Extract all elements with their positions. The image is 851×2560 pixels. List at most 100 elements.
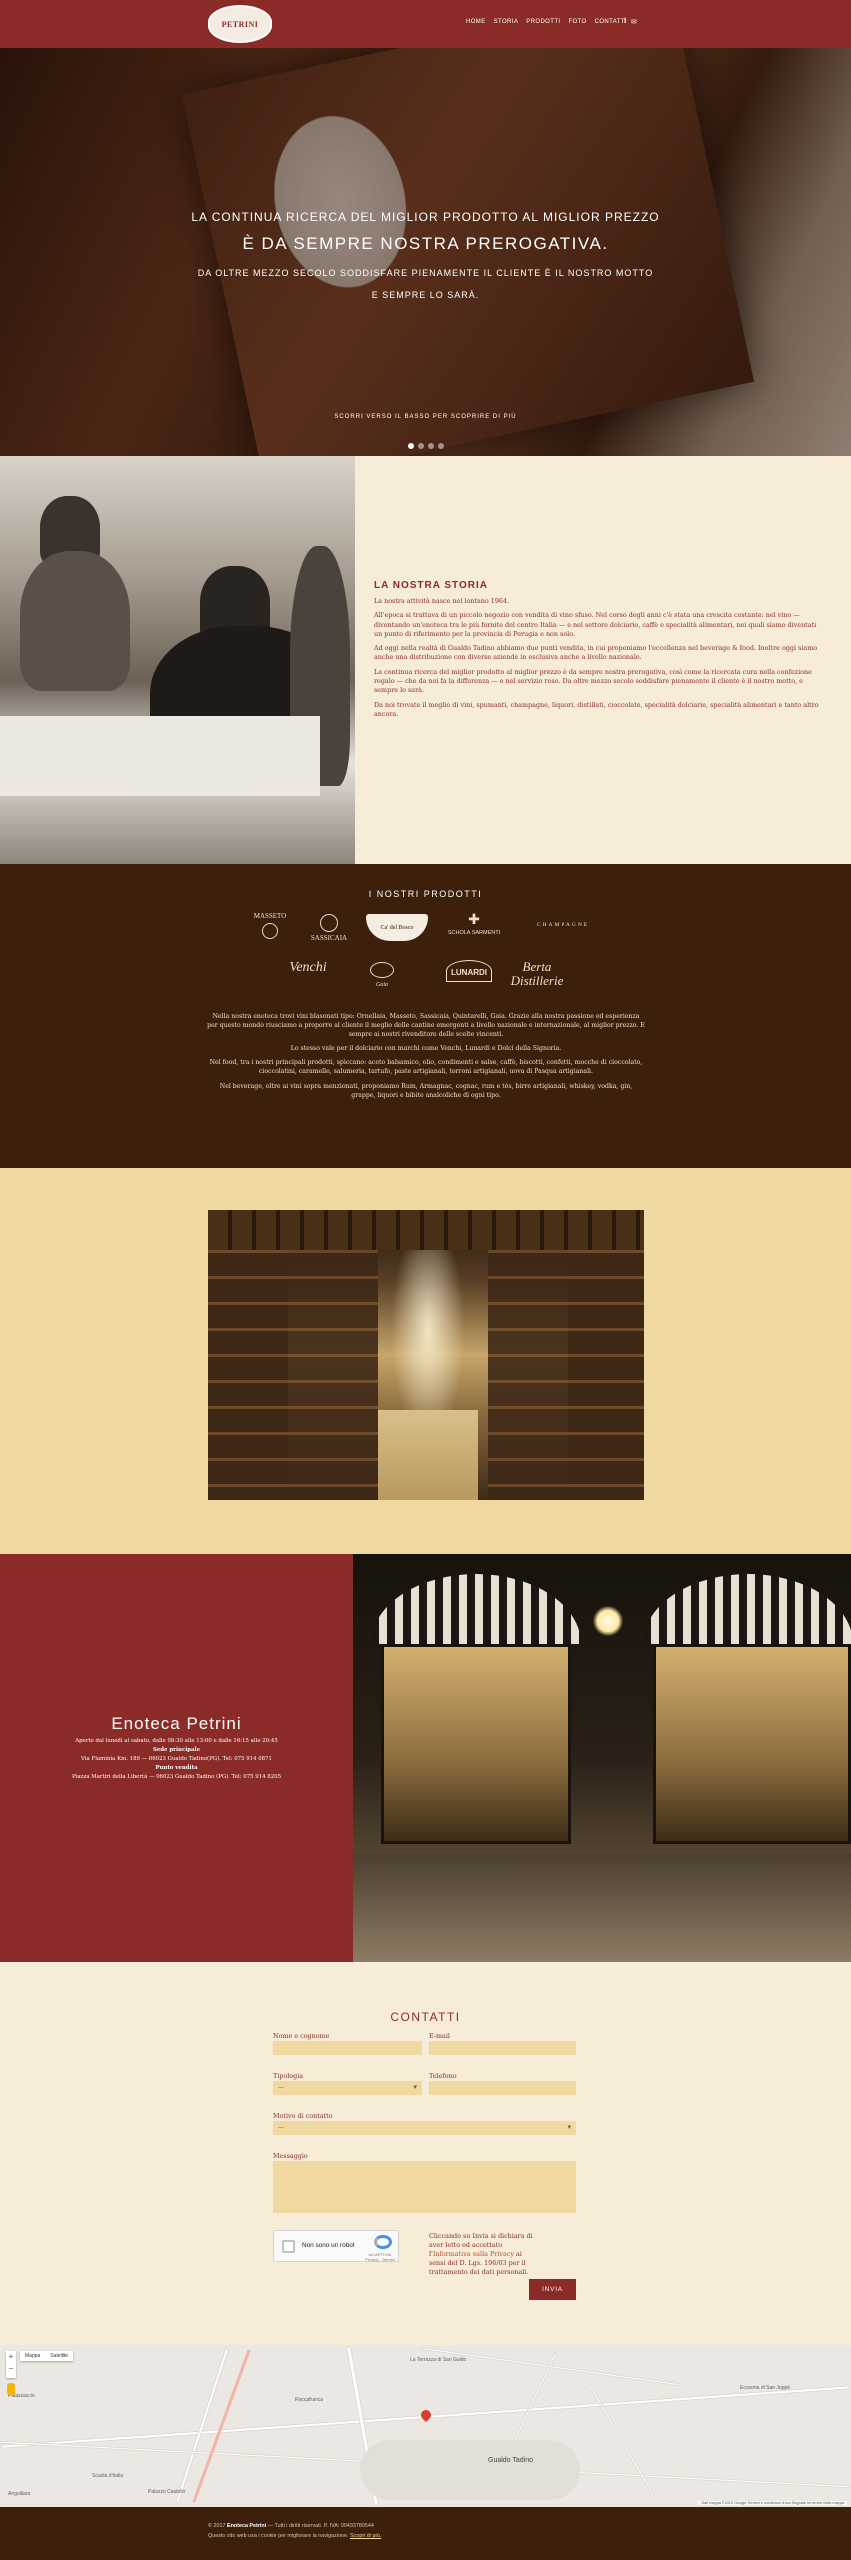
storefront-photo [353,1554,851,1962]
zoom-out-button[interactable]: − [6,2363,16,2375]
message-field[interactable] [273,2161,576,2213]
slider-dot[interactable] [418,443,424,449]
shop-info-panel: Enoteca Petrini Aperto dal lunedì al sab… [0,1554,353,1962]
slider-dot[interactable] [438,443,444,449]
main-location-label: Sede principale [152,1747,201,1753]
zoom-in-button[interactable]: + [6,2351,16,2363]
story-paragraph: La continua ricerca del miglior prodotto… [374,667,812,695]
message-label: Messaggio [273,2152,308,2160]
main-location-address: Via Flaminia Km. 189 — 06023 Gualdo Tadi… [81,1756,272,1762]
brand-logo-venchi: Venchi [289,960,327,975]
site-footer: © 2017 Enoteca Petrini — Tutti i diritti… [0,2507,851,2560]
scroll-hint[interactable]: SCORRI VERSO IL BASSO PER SCOPRIRE DI PI… [0,414,851,420]
story-section: LA NOSTRA STORIA La nostra attività nasc… [0,456,851,864]
brand-logo-champagne: CHAMPAGNE [536,922,590,928]
story-title: LA NOSTRA STORIA [374,580,488,591]
story-paragraph: Ad oggi nella realtà di Gualdo Tadino ab… [374,644,818,662]
products-title: I NOSTRI PRODOTTI [368,889,483,899]
logo[interactable]: PETRINI [208,5,272,43]
map-zoom-control: + − [6,2351,16,2378]
privacy-link[interactable]: Informativa sulla Privacy [433,2250,514,2258]
nav-contatti[interactable]: CONTATTI [595,19,627,25]
privacy-consent: Cliccando su Invia si dichiara di aver l… [429,2232,533,2276]
map-type-satellite[interactable]: Satellite [45,2351,73,2361]
nav-home[interactable]: HOME [466,19,486,25]
opening-hours: Aperto dal lunedì al sabato, dalle 08:30… [75,1738,278,1744]
recaptcha-label: Non sono un robot [302,2242,355,2249]
brand-logo-berta: Berta Distillerie [510,959,564,988]
gallery-section [0,1168,851,1554]
reason-select[interactable]: — [273,2121,576,2135]
contact-title: CONTATTI [390,2010,461,2024]
story-paragraph: La nostra attività nasce nel lontano 196… [374,597,510,605]
nav-foto[interactable]: FOTO [568,19,586,25]
products-text: Nella nostra enoteca trovi vini blasonat… [207,1012,645,1105]
shop-name: Enoteca Petrini [111,1714,242,1733]
brand-logo-schola-sarmenti: ✚ SCHOLA SARMENTI [447,913,501,937]
map-type-map[interactable]: Mappa [20,2351,45,2361]
cookie-link[interactable]: Scopri di più. [350,2533,381,2539]
recaptcha-brand: reCAPTCHA Privacy - Termini [365,2252,395,2262]
slider-dot[interactable] [428,443,434,449]
name-label: Nome e cognome [273,2032,330,2040]
phone-label: Telefono [429,2072,457,2080]
recaptcha-checkbox[interactable] [282,2240,295,2253]
hero-line-4: E SEMPRE LO SARÀ. [371,290,480,300]
gallery-image[interactable] [208,1210,644,1500]
story-paragraph: All'epoca si trattava di un piccolo nego… [374,611,817,638]
products-paragraph: Nel beverage, oltre ai vini sopra menzio… [219,1082,633,1099]
map-label: Palazzo Castello [148,2489,186,2495]
nav-storia[interactable]: STORIA [494,19,519,25]
facebook-icon[interactable]: f [624,18,626,26]
street-view-icon[interactable] [7,2383,15,2395]
send-button[interactable]: INVIA [529,2279,576,2300]
map-attribution: Dati mappa ©2019 Google Termini e condiz… [698,2501,847,2505]
brand-logo-sassicaia: SASSICAIA [306,914,352,942]
nav-prodotti[interactable]: PRODOTTI [526,19,560,25]
map-label: Gualdo Tadino [488,2457,534,2464]
brand-logo-gaia: Gaia [344,962,420,989]
mail-icon[interactable]: ✉ [631,18,637,26]
products-paragraph: Nel food, tra i nostri principali prodot… [209,1059,643,1076]
hero-slider: LA CONTINUA RICERCA DEL MIGLIOR PRODOTTO… [0,48,851,456]
historic-photo [0,456,355,864]
social-links: f ✉ [624,18,637,26]
copyright: © 2017 Enoteca Petrini — Tutti i diritti… [208,2523,374,2529]
name-field[interactable] [273,2041,422,2055]
recaptcha-widget: Non sono un robot reCAPTCHA Privacy - Te… [273,2230,399,2262]
slider-dot[interactable] [408,443,414,449]
map-label: Scuola d'Italia [92,2473,123,2479]
email-field[interactable] [429,2041,576,2055]
map-label: Ecozona di San Juppé [740,2385,791,2391]
map-type-control: Mappa Satellite [20,2351,74,2361]
cookie-notice: Questo sito web usa i cookie per miglior… [208,2533,382,2539]
store-location-address: Piazza Martiri della Libertà — 06023 Gua… [71,1774,282,1780]
story-text: La nostra attività nasce nel lontano 196… [374,597,826,724]
map-label: Anguillara [8,2491,31,2497]
map-label: Roccafranca [295,2397,324,2403]
google-map[interactable]: Palazzaccio Anguillara Roccafranca La Te… [0,2345,851,2507]
site-header: PETRINI HOME STORIA PRODOTTI FOTO CONTAT… [0,0,851,48]
brand-logo-ca-del-bosco: Ca' del Bosco [366,914,428,941]
street-lamp [593,1606,623,1636]
hero-line-1: LA CONTINUA RICERCA DEL MIGLIOR PRODOTTO… [191,210,660,224]
hero-line-3: DA OLTRE MEZZO SECOLO SODDISFARE PIENAME… [197,268,654,278]
logo-text: PETRINI [221,19,259,29]
type-label: Tipologia [273,2072,304,2080]
recaptcha-icon [374,2235,392,2249]
hero-line-2: È DA SEMPRE NOSTRA PREROGATIVA. [242,234,609,253]
brand-logo-masseto: MASSETO [242,912,298,941]
type-select[interactable]: — [273,2081,422,2095]
map-label: La Terrazza di San Guido [410,2357,467,2363]
contact-section: CONTATTI Nome e cognome E-mail Tipologia… [0,1962,851,2345]
shop-details: Aperto dal lunedì al sabato, dalle 08:30… [0,1737,353,1782]
main-nav: HOME STORIA PRODOTTI FOTO CONTATTI [466,19,627,25]
reason-label: Motivo di contatto [273,2112,333,2120]
map-pin-icon[interactable] [418,2407,434,2423]
story-paragraph: Da noi trovate il meglio di vini, spuman… [374,700,819,718]
phone-field[interactable] [429,2081,576,2095]
email-label: E-mail [429,2032,450,2040]
slider-dots [408,443,444,449]
products-paragraph: Nella nostra enoteca trovi vini blasonat… [207,1013,645,1039]
store-location-label: Punto vendita [155,1765,198,1771]
